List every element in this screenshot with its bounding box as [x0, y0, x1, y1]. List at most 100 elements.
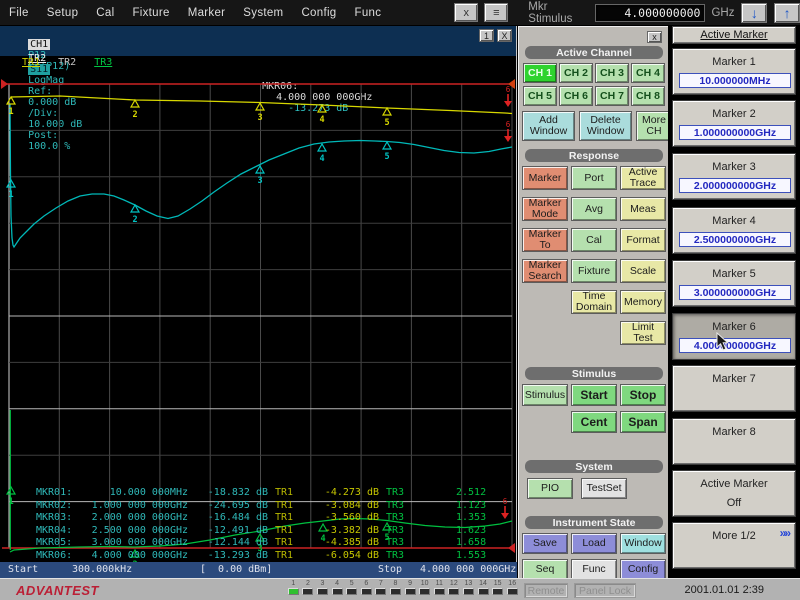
- button-memory[interactable]: Memory: [620, 290, 666, 314]
- button-scale[interactable]: Scale: [620, 259, 666, 283]
- button-marker-mode[interactable]: Marker Mode: [522, 197, 568, 221]
- button-cent[interactable]: Cent: [571, 411, 617, 433]
- indicator-11[interactable]: 11: [432, 580, 447, 595]
- button-ch-4[interactable]: CH 4: [631, 63, 665, 83]
- indicator-7[interactable]: 7: [374, 580, 389, 595]
- button-stimulus[interactable]: Stimulus: [522, 384, 568, 406]
- indicator-6[interactable]: 6: [359, 580, 374, 595]
- button-fixture[interactable]: Fixture: [571, 259, 617, 283]
- button-ch-7[interactable]: CH 7: [595, 86, 629, 106]
- button-testset[interactable]: TestSet: [581, 478, 627, 499]
- close-icon[interactable]: x: [454, 3, 478, 22]
- softkey-label: Marker 8: [673, 426, 795, 438]
- button-ch-1[interactable]: CH 1: [523, 63, 557, 83]
- indicator-4[interactable]: 4: [330, 580, 345, 595]
- button-time-domain[interactable]: Time Domain: [571, 290, 617, 314]
- menu-config[interactable]: Config: [292, 7, 345, 19]
- marker-v3: 1.353: [456, 512, 486, 525]
- softkey-marker-2[interactable]: Marker 21.000000000GHz: [672, 100, 796, 147]
- panel-close-icon[interactable]: x: [647, 31, 662, 43]
- indicator-13[interactable]: 13: [461, 580, 476, 595]
- button-ch-5[interactable]: CH 5: [523, 86, 557, 106]
- button-avg[interactable]: Avg: [571, 197, 617, 221]
- menu-file[interactable]: File: [0, 7, 38, 19]
- mkr-stimulus-input[interactable]: 4.000000000: [595, 4, 706, 22]
- marker-v1: -13.293 dB: [188, 550, 268, 563]
- button-func[interactable]: Func: [571, 559, 617, 580]
- button-marker-to[interactable]: Marker To: [522, 228, 568, 252]
- softkey-value-field[interactable]: 4.000000000GHz: [679, 338, 791, 353]
- indicator-3[interactable]: 3: [315, 580, 330, 595]
- button-limit-test[interactable]: Limit Test: [620, 321, 666, 345]
- softkey-marker-4[interactable]: Marker 42.500000000GHz: [672, 207, 796, 254]
- softkey-marker-5[interactable]: Marker 53.000000000GHz: [672, 260, 796, 307]
- button-format[interactable]: Format: [620, 228, 666, 252]
- step-down-icon[interactable]: ↓: [741, 3, 767, 23]
- menu-fixture[interactable]: Fixture: [123, 7, 178, 19]
- softkey-value-field[interactable]: 1.000000000GHz: [679, 125, 791, 140]
- button-load[interactable]: Load: [571, 533, 617, 554]
- button-stop[interactable]: Stop: [620, 384, 666, 406]
- indicator-12[interactable]: 12: [447, 580, 462, 595]
- button-cal[interactable]: Cal: [571, 228, 617, 252]
- softkey-marker-1[interactable]: Marker 110.000000MHz: [672, 48, 796, 95]
- button-port[interactable]: Port: [571, 166, 617, 190]
- button-ch-6[interactable]: CH 6: [559, 86, 593, 106]
- button-delete-window[interactable]: Delete Window: [579, 111, 632, 141]
- menu-func[interactable]: Func: [346, 7, 391, 19]
- marker-v3: 2.512: [456, 487, 486, 500]
- button-ch-3[interactable]: CH 3: [595, 63, 629, 83]
- measurement-display-window: CH1 P12 C2(P12) TR2 S11 LogMag Ref: 0.00…: [0, 26, 517, 578]
- button-window[interactable]: Window: [620, 533, 666, 554]
- indicator-5[interactable]: 5: [344, 580, 359, 595]
- softkey-value-field[interactable]: 2.500000000GHz: [679, 232, 791, 247]
- button-meas[interactable]: Meas: [620, 197, 666, 221]
- button-marker[interactable]: Marker: [522, 166, 568, 190]
- marker-name: MKR05:: [36, 537, 82, 550]
- menu-setup[interactable]: Setup: [38, 7, 88, 19]
- button-active-trace[interactable]: Active Trace: [620, 166, 666, 190]
- softkey-label: Marker 7: [673, 373, 795, 385]
- indicator-14[interactable]: 14: [476, 580, 491, 595]
- indicator-2[interactable]: 2: [301, 580, 316, 595]
- trace-marker-number: 5: [384, 118, 389, 128]
- indicator-9[interactable]: 9: [403, 580, 418, 595]
- indicator-1[interactable]: 1: [286, 580, 301, 595]
- button-pio[interactable]: PIO: [527, 478, 573, 499]
- button-start[interactable]: Start: [571, 384, 617, 406]
- indicator-10[interactable]: 10: [417, 580, 432, 595]
- trace-marker-triangle: [383, 142, 391, 149]
- list-icon[interactable]: ≡: [484, 3, 508, 22]
- indicator-lamp: [346, 588, 357, 595]
- button-more-ch[interactable]: More CH: [636, 111, 672, 141]
- indicator-16[interactable]: 16: [505, 580, 520, 595]
- indicator-8[interactable]: 8: [388, 580, 403, 595]
- step-up-icon[interactable]: ↑: [774, 3, 800, 23]
- menu-marker[interactable]: Marker: [179, 7, 235, 19]
- softkey-marker-7[interactable]: Marker 7: [672, 365, 796, 412]
- marker-name: MKR03:: [36, 512, 82, 525]
- more-pages-icon: »»: [780, 526, 789, 540]
- softkey-value-field[interactable]: 3.000000000GHz: [679, 285, 791, 300]
- button-ch-8[interactable]: CH 8: [631, 86, 665, 106]
- softkey-marker-6[interactable]: Marker 64.000000000GHz: [672, 313, 796, 360]
- button-span[interactable]: Span: [620, 411, 666, 433]
- menu-cal[interactable]: Cal: [87, 7, 123, 19]
- button-add-window[interactable]: Add Window: [522, 111, 575, 141]
- softkey-more-1-2[interactable]: More 1/2»»: [672, 522, 796, 569]
- button-ch-2[interactable]: CH 2: [559, 63, 593, 83]
- marker-v2: -4.273 dB: [307, 487, 379, 500]
- button-seq[interactable]: Seq: [522, 559, 568, 580]
- softkey-active-marker[interactable]: Active MarkerOff: [672, 470, 796, 517]
- menu-system[interactable]: System: [234, 7, 292, 19]
- indicator-15[interactable]: 15: [490, 580, 505, 595]
- softkey-value-field[interactable]: 10.000000MHz: [679, 73, 791, 88]
- softkey-marker-8[interactable]: Marker 8: [672, 418, 796, 465]
- indicator-lamp: [302, 588, 313, 595]
- top-menu-bar: FileSetupCalFixtureMarkerSystemConfigFun…: [0, 0, 800, 26]
- button-marker-search[interactable]: Marker Search: [522, 259, 568, 283]
- button-save[interactable]: Save: [522, 533, 568, 554]
- softkey-value-field[interactable]: 2.000000000GHz: [679, 178, 791, 193]
- button-config[interactable]: Config: [620, 559, 666, 580]
- softkey-marker-3[interactable]: Marker 32.000000000GHz: [672, 153, 796, 200]
